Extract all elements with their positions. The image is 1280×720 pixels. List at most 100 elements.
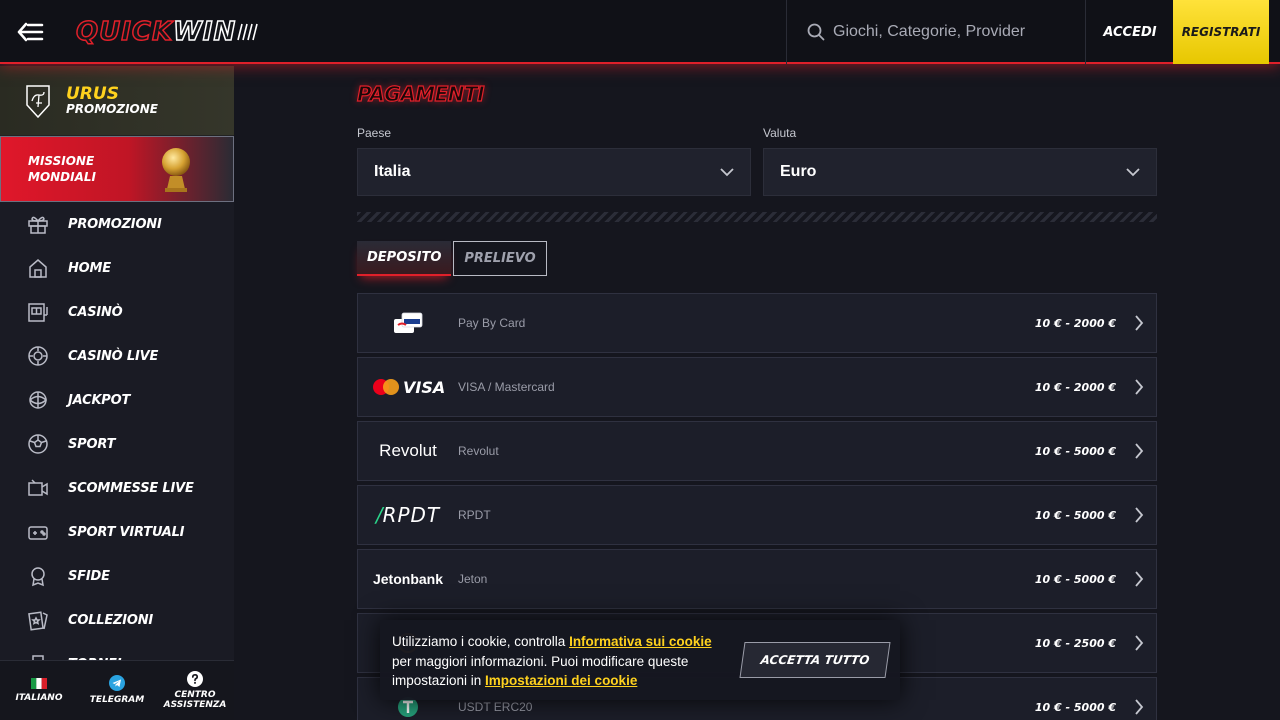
tab-prelievo[interactable]: PRELIEVO — [453, 241, 547, 276]
sidebar-bottom-bar: ITALIANO TELEGRAM CENTRO ASSISTENZA — [0, 660, 234, 720]
jackpot-icon — [27, 389, 49, 411]
chevron-right-icon — [1135, 571, 1144, 587]
quickwin-logo[interactable]: QUICK WIN — [75, 16, 260, 48]
sidebar-item-home[interactable]: HOME — [0, 246, 234, 290]
sidebar-item-sfide[interactable]: SFIDE — [0, 554, 234, 598]
sidebar-item-label: PROMOZIONI — [68, 216, 162, 232]
sidebar-item-label: CASINÒ LIVE — [68, 348, 159, 364]
language-selector[interactable]: ITALIANO — [0, 661, 78, 720]
soccer-ball-icon — [27, 433, 49, 455]
sidebar-item-label: JACKPOT — [68, 392, 131, 408]
revolut-logo-text: Revolut — [379, 441, 437, 460]
visa-mastercard-logo: VISA — [358, 358, 458, 416]
logo-quick-text: QUICK — [75, 16, 174, 48]
home-icon — [27, 257, 49, 279]
payment-method-visa-mastercard[interactable]: VISA VISA / Mastercard 10 € - 2000 € — [357, 357, 1157, 417]
sidebar-item-label: SCOMMESSE LIVE — [68, 480, 194, 496]
page-title: PAGAMENTI — [356, 81, 485, 106]
chevron-right-icon — [1135, 635, 1144, 651]
gift-icon — [27, 213, 49, 235]
tab-deposito[interactable]: DEPOSITO — [357, 241, 452, 276]
sidebar-item-jackpot[interactable]: JACKPOT — [0, 378, 234, 422]
method-name: Revolut — [458, 444, 499, 458]
cookie-policy-link[interactable]: Informativa sui cookie — [569, 634, 712, 649]
back-arrow-icon[interactable] — [16, 20, 46, 44]
support-center-link[interactable]: CENTRO ASSISTENZA — [156, 661, 234, 720]
payment-tabs: DEPOSITO PRELIEVO — [357, 241, 547, 276]
promo-missione-line1: MISSIONE — [28, 153, 95, 168]
help-question-icon — [187, 670, 203, 687]
sidebar-item-scommesse-live[interactable]: SCOMMESSE LIVE — [0, 466, 234, 510]
sidebar-item-label: CASINÒ — [68, 304, 123, 320]
golden-ball-trophy-icon — [162, 148, 190, 192]
sidebar-item-label: SPORT VIRTUALI — [68, 524, 185, 540]
chevron-right-icon — [1135, 379, 1144, 395]
payment-method-rpdt[interactable]: / RPDT RPDT 10 € - 5000 € — [357, 485, 1157, 545]
medal-icon — [27, 565, 49, 587]
chevron-right-icon — [1135, 699, 1144, 715]
jetonbank-logo: Jetonbank — [358, 550, 458, 608]
register-button[interactable]: REGISTRATI — [1173, 0, 1269, 64]
support-label-line1: CENTRO — [174, 689, 216, 700]
payment-method-revolut[interactable]: Revolut Revolut 10 € - 5000 € — [357, 421, 1157, 481]
promo-urus-banner[interactable]: URUS PROMOZIONE — [0, 66, 234, 136]
method-range: 10 € - 2000 € — [1034, 380, 1116, 394]
chevron-down-icon — [1126, 167, 1140, 176]
casino-chip-icon — [27, 345, 49, 367]
currency-label: Valuta — [763, 126, 797, 140]
sidebar-item-casino[interactable]: CASINÒ — [0, 290, 234, 334]
payment-method-pay-by-card[interactable]: Pay By Card 10 € - 2000 € — [357, 293, 1157, 353]
sidebar-item-label: COLLEZIONI — [68, 612, 154, 628]
sidebar-item-label: SPORT — [68, 436, 116, 452]
chevron-right-icon — [1135, 507, 1144, 523]
method-name: VISA / Mastercard — [458, 380, 555, 394]
sidebar-item-casino-live[interactable]: CASINÒ LIVE — [0, 334, 234, 378]
method-name: Pay By Card — [458, 316, 526, 330]
sidebar-item-collezioni[interactable]: COLLEZIONI — [0, 598, 234, 642]
cookie-banner: Utilizziamo i cookie, controlla Informat… — [380, 620, 900, 700]
language-label: ITALIANO — [15, 692, 63, 703]
accept-all-cookies-button[interactable]: ACCETTA TUTTO — [739, 642, 891, 678]
gamepad-icon — [27, 521, 49, 543]
promo-urus-title: URUS — [66, 83, 119, 104]
method-range: 10 € - 2000 € — [1034, 316, 1116, 330]
logo-win-text: WIN — [172, 16, 237, 48]
rpdt-accent-mark: / — [375, 503, 383, 527]
sidebar-item-sport[interactable]: SPORT — [0, 422, 234, 466]
currency-select[interactable]: Euro — [763, 148, 1157, 196]
method-name: RPDT — [458, 508, 491, 522]
sidebar-item-promozioni[interactable]: PROMOZIONI — [0, 202, 234, 246]
login-button[interactable]: ACCEDI — [1087, 0, 1173, 64]
slot-machine-icon — [27, 301, 49, 323]
country-value: Italia — [374, 163, 411, 180]
video-camera-icon — [27, 477, 49, 499]
jetonbank-logo-text: Jetonbank — [372, 571, 443, 587]
currency-value: Euro — [780, 163, 817, 180]
search-bar[interactable] — [786, 0, 1086, 64]
sidebar-item-sport-virtuali[interactable]: SPORT VIRTUALI — [0, 510, 234, 554]
support-label-line2: ASSISTENZA — [163, 700, 227, 710]
payment-method-jeton[interactable]: Jetonbank Jeton 10 € - 5000 € — [357, 549, 1157, 609]
cookie-message: Utilizziamo i cookie, controlla Informat… — [392, 632, 732, 691]
method-range: 10 € - 5000 € — [1034, 700, 1116, 714]
telegram-icon — [109, 675, 125, 692]
cards-icon — [27, 609, 49, 631]
divider — [357, 212, 1157, 222]
method-name: USDT ERC20 — [458, 700, 533, 714]
promo-missione-mondiali-banner[interactable]: MISSIONE MONDIALI — [0, 136, 234, 202]
cookie-text-1: Utilizziamo i cookie, controlla — [392, 634, 570, 649]
sidebar-item-label: HOME — [68, 260, 111, 276]
method-range: 10 € - 5000 € — [1034, 444, 1116, 458]
telegram-link[interactable]: TELEGRAM — [78, 661, 156, 720]
search-input[interactable] — [833, 23, 1073, 41]
card-icon — [358, 294, 458, 352]
chevron-right-icon — [1135, 443, 1144, 459]
method-range: 10 € - 2500 € — [1034, 636, 1116, 650]
revolut-logo: Revolut — [358, 422, 458, 480]
italy-flag-icon — [31, 677, 47, 689]
country-select[interactable]: Italia — [357, 148, 751, 196]
telegram-label: TELEGRAM — [89, 695, 145, 706]
cookie-settings-link[interactable]: Impostazioni dei cookie — [485, 673, 637, 688]
sidebar: URUS PROMOZIONE MISSIONE MONDIALI PROMOZ… — [0, 66, 234, 720]
top-header: QUICK WIN ACCEDI REGISTRATI — [0, 0, 1280, 64]
